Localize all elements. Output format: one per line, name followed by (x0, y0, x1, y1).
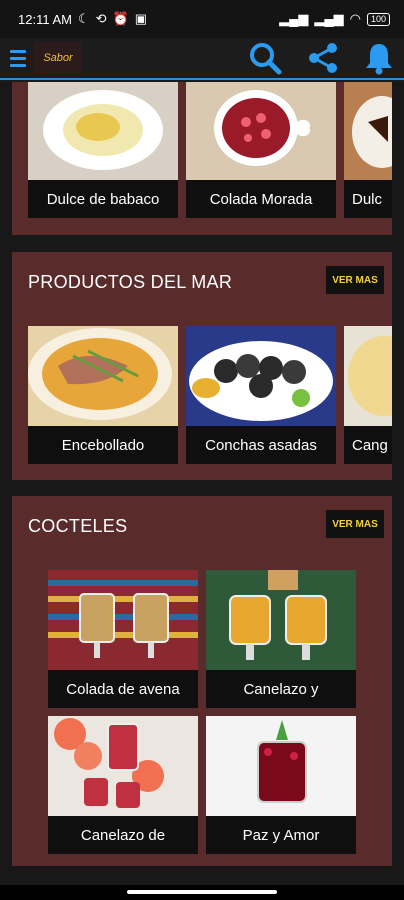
colada-de-avena-image (48, 570, 198, 670)
card-conchas-asadas[interactable]: Conchas asadas (186, 326, 336, 464)
paz-y-amor-image (206, 716, 356, 816)
card-colada-morada[interactable]: Colada Morada (186, 82, 336, 218)
cangrejo-partial-image (344, 326, 392, 426)
card-label: Conchas asadas (205, 436, 317, 454)
card-label: Dulc (352, 190, 383, 208)
signal-icon: ▂▄▆ (279, 11, 309, 26)
card-colada-de-avena[interactable]: Colada de avena (48, 570, 198, 708)
section-postres: Dulce de babaco Colada Morada Dulc (12, 82, 392, 235)
section-cocteles: COCTELES VER MAS Colada de avena Canelaz… (12, 496, 392, 866)
menu-icon[interactable] (10, 49, 26, 67)
dessert-partial-image (344, 82, 392, 180)
content-scroll[interactable]: Dulce de babaco Colada Morada Dulc PRODU… (0, 82, 404, 885)
colada-morada-image (186, 82, 336, 180)
card-canelazo-y[interactable]: Canelazo y (206, 570, 356, 708)
status-time: 12:11 AM (18, 11, 72, 27)
card-label: Canelazo y (243, 680, 319, 698)
card-dessert-partial[interactable]: Dulc (344, 82, 392, 218)
card-encebollado[interactable]: Encebollado (28, 326, 178, 464)
card-label: Colada Morada (209, 190, 313, 208)
card-label: Dulce de babaco (46, 190, 160, 208)
card-label: Encebollado (61, 436, 145, 454)
moon-icon: ☾ (77, 11, 90, 26)
card-canelazo-de[interactable]: Canelazo de (48, 716, 198, 854)
section-title: PRODUCTOS DEL MAR (28, 272, 233, 292)
ver-mas-button[interactable]: VER MAS (326, 266, 384, 294)
search-icon[interactable] (248, 41, 282, 75)
app-logo: Sabor (34, 42, 82, 74)
encebollado-image (28, 326, 178, 426)
section-productos-del-mar: PRODUCTOS DEL MAR VER MAS Encebollado Co… (12, 252, 392, 480)
sync-icon: ⟲ (95, 11, 107, 26)
card-cangrejo-partial[interactable]: Cang (344, 326, 392, 464)
ver-mas-button[interactable]: VER MAS (326, 510, 384, 538)
alarm-icon: ⏰ (112, 11, 129, 26)
battery-icon: 100 (366, 12, 390, 26)
canelazo-de-image (48, 716, 198, 816)
card-paz-y-amor[interactable]: Paz y Amor (206, 716, 356, 854)
logo-text: Sabor (43, 52, 73, 64)
card-label: Colada de avena (66, 680, 180, 698)
card-label: Canelazo de (80, 826, 166, 844)
system-nav-bar (0, 885, 404, 900)
share-icon[interactable] (306, 41, 340, 75)
conchas-asadas-image (186, 326, 336, 426)
signal-icon-2: ▂▄▆ (314, 11, 344, 26)
trash-icon: ▣ (134, 11, 148, 26)
card-label: Paz y Amor (242, 826, 320, 844)
section-title: COCTELES (28, 516, 128, 536)
card-dulce-de-babaco[interactable]: Dulce de babaco (28, 82, 178, 218)
app-bar: Sabor (0, 38, 404, 80)
dulce-de-babaco-image (28, 82, 178, 180)
status-bar: 12:11 AM ☾ ⟲ ⏰ ▣ ▂▄▆ ▂▄▆ ◠ 100 (0, 0, 404, 38)
wifi-icon: ◠ (349, 11, 361, 26)
card-label: Cang (352, 436, 388, 454)
bell-icon[interactable] (364, 41, 394, 75)
home-gesture-handle[interactable] (127, 890, 277, 894)
canelazo-y-image (206, 570, 356, 670)
